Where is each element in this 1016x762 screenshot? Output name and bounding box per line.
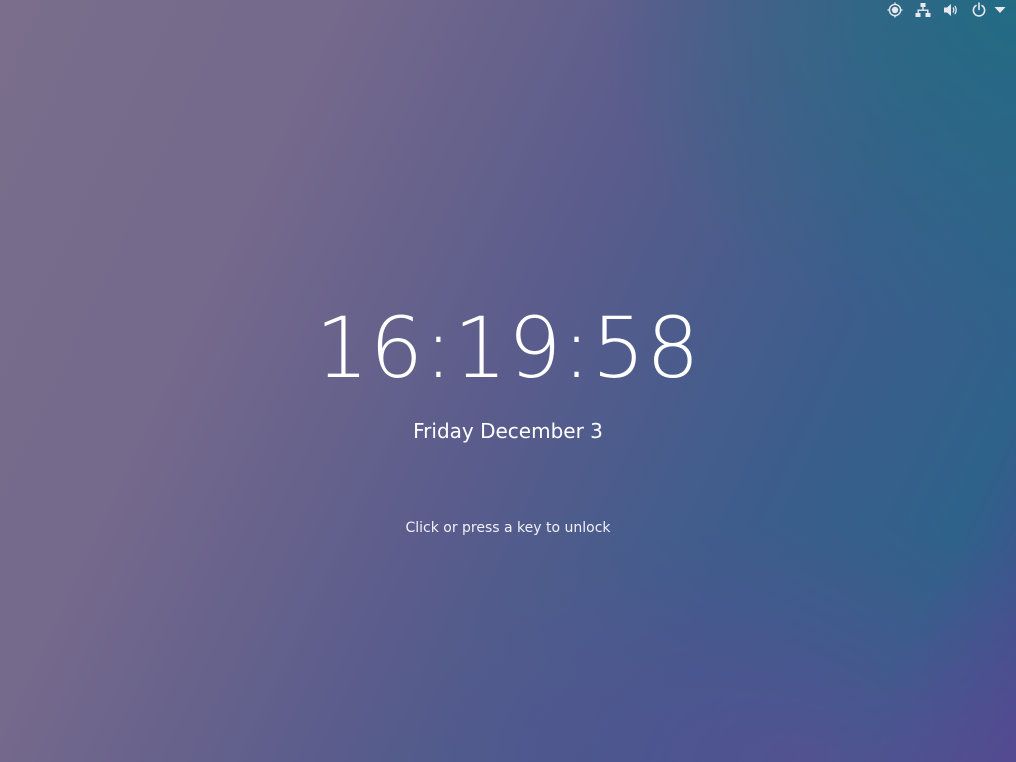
status-area[interactable]: [886, 0, 1016, 20]
clock-block: 16:19:58 Friday December 3: [0, 298, 1016, 444]
clock-date: Friday December 3: [413, 419, 603, 443]
clock-time: 16:19:58: [315, 299, 701, 397]
power-icon[interactable]: [970, 1, 988, 19]
network-wired-icon[interactable]: [914, 1, 932, 19]
lock-screen[interactable]: 16:19:58 Friday December 3 Click or pres…: [0, 0, 1016, 762]
unlock-hint: Click or press a key to unlock: [405, 520, 611, 536]
brightness-icon[interactable]: [886, 1, 904, 19]
dropdown-arrow-icon[interactable]: [994, 1, 1006, 19]
volume-icon[interactable]: [942, 1, 960, 19]
